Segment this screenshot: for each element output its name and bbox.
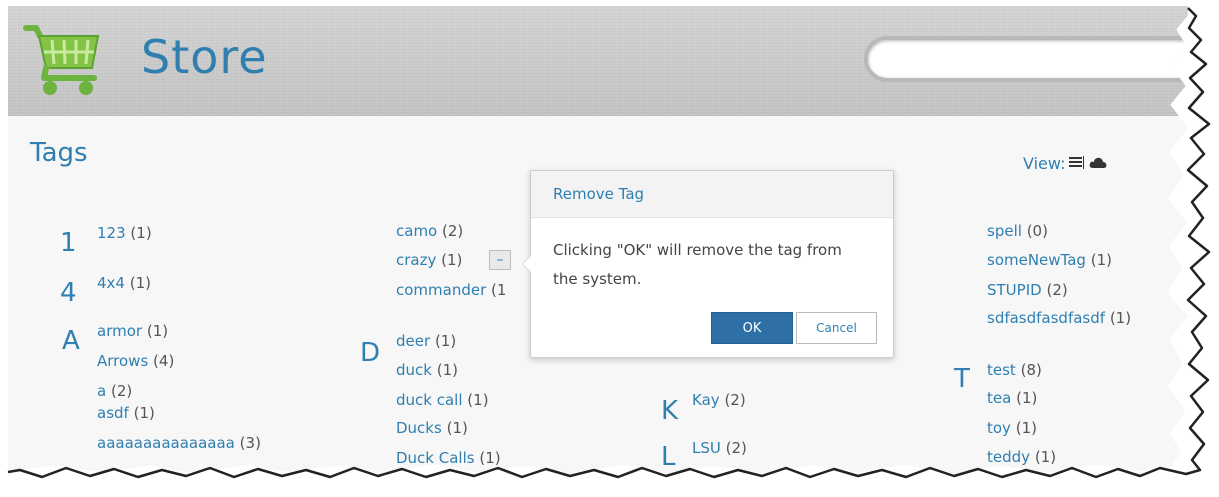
- tag-name[interactable]: 4x4: [97, 274, 125, 292]
- tag-count: (1): [1109, 309, 1132, 327]
- popover-message: Clicking "OK" will remove the tag from t…: [553, 241, 842, 288]
- tag-link[interactable]: spell (0): [987, 222, 1048, 240]
- store-brand-title[interactable]: Store: [141, 30, 268, 84]
- tag-count: (2): [110, 382, 133, 400]
- shopping-cart-icon[interactable]: [22, 20, 102, 98]
- tag-count: (1): [467, 391, 489, 409]
- remove-tag-button[interactable]: –: [489, 250, 511, 270]
- group-letter-1: 1: [60, 228, 77, 258]
- tag-count: (1): [441, 251, 463, 269]
- group-letter-l: L: [661, 442, 676, 472]
- tag-link[interactable]: 4x4 (1): [97, 274, 151, 292]
- tag-link[interactable]: sdfasdfasdfasdf (1): [987, 309, 1131, 327]
- tag-name[interactable]: deer: [396, 332, 430, 350]
- tag-count: (3): [239, 434, 261, 452]
- tag-link[interactable]: teddy (1): [987, 448, 1056, 466]
- tag-name[interactable]: teddy: [987, 448, 1030, 466]
- ok-button[interactable]: OK: [711, 312, 793, 344]
- tag-name[interactable]: camo: [396, 222, 437, 240]
- group-letter-d: D: [360, 338, 381, 368]
- tag-link[interactable]: Ducks (1): [396, 419, 468, 437]
- tag-link[interactable]: deer (1): [396, 332, 456, 350]
- popover-arrow: [522, 255, 531, 273]
- tag-count: (1): [1016, 389, 1038, 407]
- tag-name[interactable]: Duck Calls: [396, 449, 475, 467]
- tag-name[interactable]: crazy: [396, 251, 436, 269]
- tag-link[interactable]: a (2): [97, 382, 132, 400]
- tag-link[interactable]: aaaaaaaaaaaaaaa (3): [97, 434, 261, 452]
- tag-count: (0): [1026, 222, 1048, 240]
- tag-name[interactable]: Kay: [692, 391, 720, 409]
- tag-name[interactable]: a: [97, 382, 106, 400]
- tag-name[interactable]: asdf: [97, 404, 129, 422]
- page-title: Tags: [30, 138, 88, 168]
- tag-link[interactable]: 123 (1): [97, 224, 152, 242]
- tag-link[interactable]: LSU (2): [692, 439, 747, 457]
- tag-count: (1): [1015, 419, 1037, 437]
- tag-count: (1): [479, 449, 501, 467]
- tag-count: (4): [153, 352, 175, 370]
- cancel-button[interactable]: Cancel: [796, 312, 877, 344]
- tag-count: (1): [1090, 251, 1112, 269]
- tag-name[interactable]: armor: [97, 322, 142, 340]
- tag-count: (1): [146, 322, 169, 340]
- tag-name[interactable]: STUPID: [987, 281, 1042, 299]
- view-toggle: View:: [1023, 154, 1107, 173]
- tag-count: (1): [129, 274, 151, 292]
- header-bar: Store: [8, 6, 1188, 116]
- tag-link[interactable]: someNewTag (1): [987, 251, 1112, 269]
- tag-link[interactable]: asdf (1): [97, 404, 155, 422]
- tag-name[interactable]: someNewTag: [987, 251, 1086, 269]
- tag-count: (2): [1046, 281, 1068, 299]
- tag-link[interactable]: test (8): [987, 361, 1042, 379]
- tag-link[interactable]: duck call (1): [396, 391, 489, 409]
- remove-tag-popover: Remove Tag Clicking "OK" will remove the…: [522, 170, 894, 358]
- tag-link[interactable]: armor (1): [97, 322, 168, 340]
- tag-name[interactable]: test: [987, 361, 1016, 379]
- tag-link[interactable]: toy (1): [987, 419, 1037, 437]
- tag-link[interactable]: Arrows (4): [97, 352, 174, 370]
- group-letter-a: A: [62, 326, 80, 356]
- tag-count: (1: [491, 281, 507, 299]
- tag-name[interactable]: LSU: [692, 439, 721, 457]
- tag-name[interactable]: spell: [987, 222, 1022, 240]
- cloud-icon[interactable]: [1089, 154, 1107, 173]
- tag-name[interactable]: aaaaaaaaaaaaaaa: [97, 434, 235, 452]
- tag-count: (8): [1020, 361, 1042, 379]
- tag-name[interactable]: Ducks: [396, 419, 442, 437]
- tag-count: (1): [436, 361, 458, 379]
- tag-name[interactable]: commander: [396, 281, 486, 299]
- tag-link[interactable]: duck (1): [396, 361, 458, 379]
- tag-count: (1): [1034, 448, 1057, 466]
- tag-link[interactable]: camo (2): [396, 222, 463, 240]
- tag-count: (1): [434, 332, 457, 350]
- tag-name[interactable]: toy: [987, 419, 1011, 437]
- group-letter-4: 4: [60, 278, 77, 308]
- tag-link[interactable]: tea (1): [987, 389, 1037, 407]
- tag-link[interactable]: Kay (2): [692, 391, 746, 409]
- tag-link[interactable]: commander (1: [396, 281, 506, 299]
- tag-name[interactable]: duck call: [396, 391, 463, 409]
- tag-count: (1): [130, 224, 152, 242]
- list-icon[interactable]: [1069, 154, 1085, 173]
- tag-count: (1): [133, 404, 155, 422]
- group-letter-k: K: [661, 396, 679, 426]
- tag-name[interactable]: tea: [987, 389, 1011, 407]
- tag-count: (2): [724, 391, 746, 409]
- tag-name[interactable]: 123: [97, 224, 126, 242]
- store-page: Store Tags View: 1 123 (1) 4 4x4 (1) A a…: [8, 6, 1188, 475]
- view-label: View:: [1023, 154, 1066, 173]
- tag-count: (1): [446, 419, 468, 437]
- search-input[interactable]: [864, 36, 1188, 82]
- tag-name[interactable]: sdfasdfasdfasdf: [987, 309, 1105, 327]
- tag-link[interactable]: Duck Calls (1): [396, 449, 501, 467]
- tag-name[interactable]: duck: [396, 361, 432, 379]
- group-letter-t: T: [954, 364, 970, 394]
- tag-count: (2): [442, 222, 464, 240]
- tag-count: (2): [725, 439, 747, 457]
- popover-title: Remove Tag: [531, 171, 893, 218]
- tag-link[interactable]: crazy (1): [396, 251, 462, 269]
- tag-name[interactable]: Arrows: [97, 352, 148, 370]
- tag-link[interactable]: STUPID (2): [987, 281, 1068, 299]
